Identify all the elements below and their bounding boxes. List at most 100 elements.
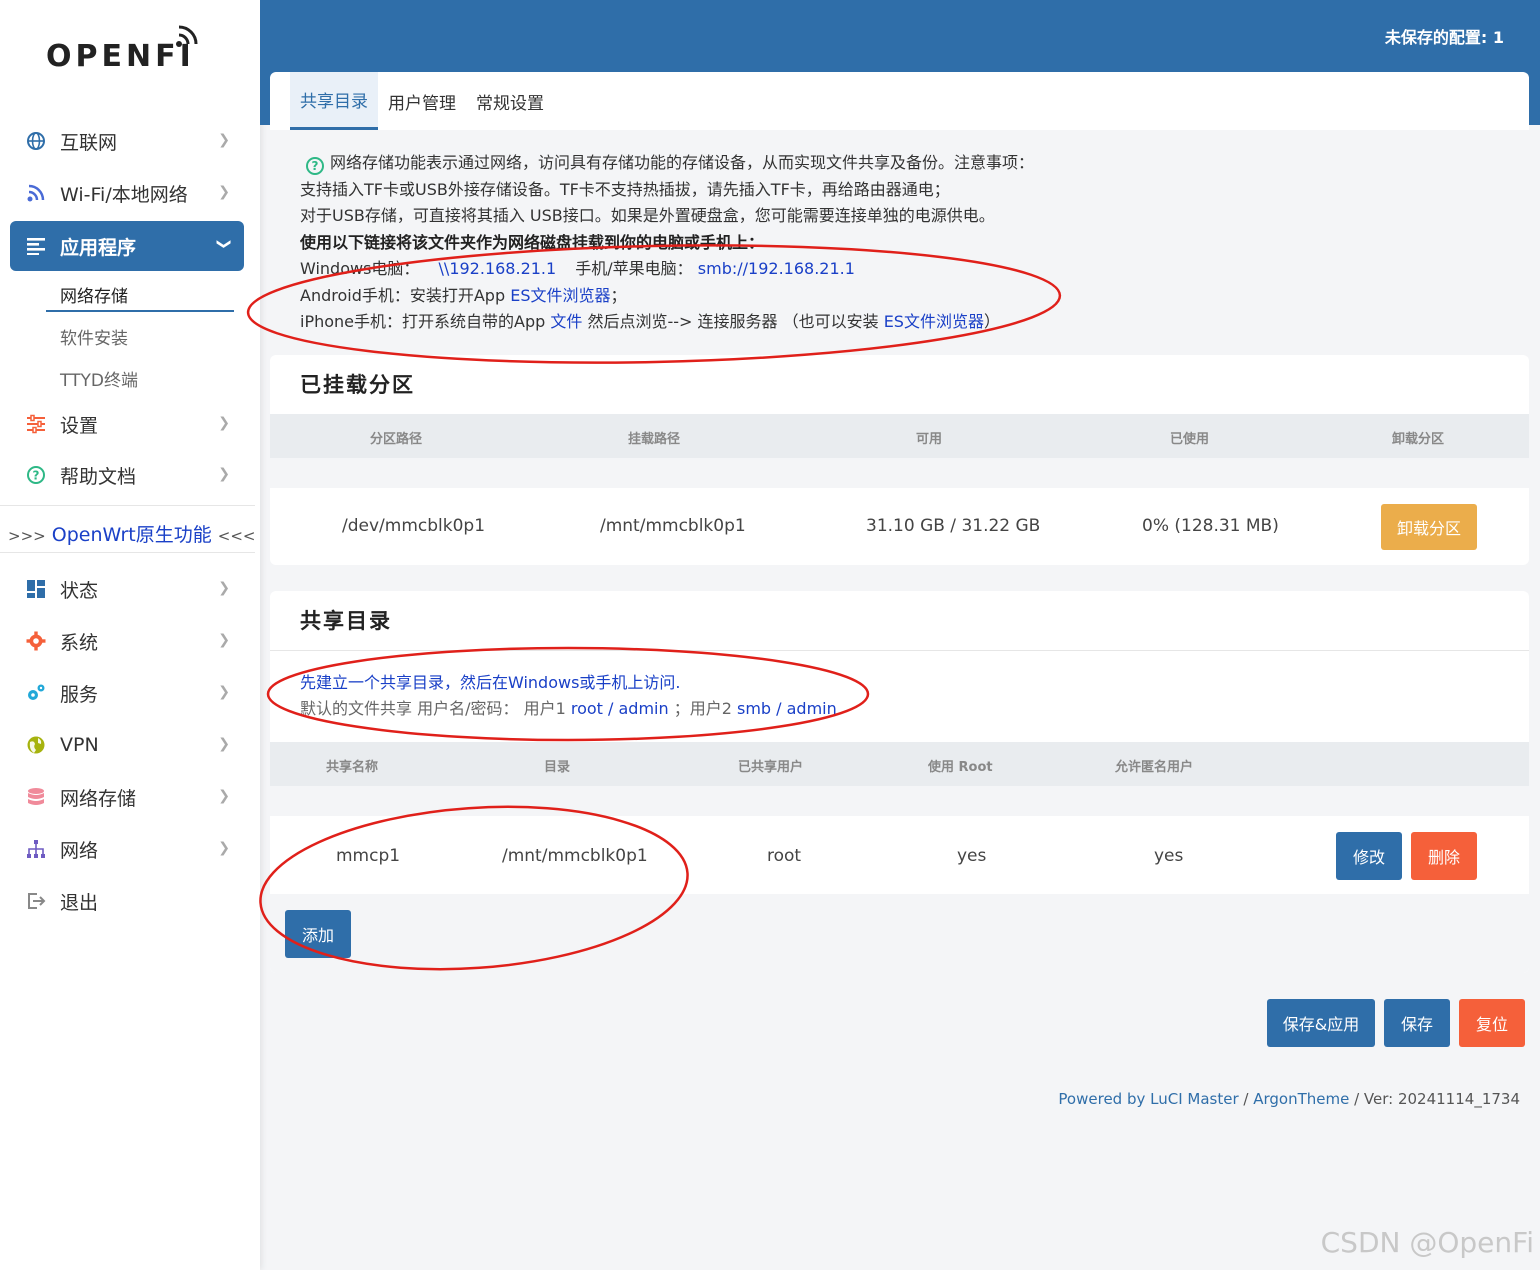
mac-label: 手机/苹果电脑： (575, 259, 693, 278)
vpn-icon (24, 733, 48, 757)
luci-link[interactable]: Powered by LuCI Master (1058, 1090, 1238, 1108)
windows-label: Windows电脑： (300, 259, 420, 278)
files-app-link[interactable]: 文件 (550, 312, 582, 331)
help-icon: ? (306, 157, 324, 175)
sidebar-item-wifi[interactable]: Wi-Fi/本地网络 ❯ (10, 168, 244, 218)
chevron-right-icon: ❯ (218, 580, 230, 596)
chevron-right-icon: ❯ (218, 466, 230, 482)
allow-anonymous: yes (1154, 846, 1184, 866)
mount-path: /mnt/mmcblk0p1 (600, 516, 746, 536)
brand-logo[interactable]: OPENFI (46, 24, 198, 74)
save-button[interactable]: 保存 (1384, 999, 1450, 1047)
column-header: 分区路径 (370, 432, 423, 447)
chevron-right-icon: ❯ (218, 840, 230, 856)
native-label: OpenWrt原生功能 (51, 524, 212, 546)
iphone-mid: 然后点浏览--> 连接服务器 （也可以安装 (582, 312, 884, 331)
sidebar-item-label: 帮助文档 (60, 465, 137, 488)
save-apply-button[interactable]: 保存&应用 (1267, 999, 1375, 1047)
tab-shared-directory[interactable]: 共享目录 (290, 72, 378, 130)
share-directory: /mnt/mmcblk0p1 (502, 846, 648, 866)
storage-description: ? 网络存储功能表示通过网络，访问具有存储功能的存储设备，从而实现文件共享及备份。… (300, 150, 1200, 336)
divider (0, 552, 255, 553)
sidebar-item-apps[interactable]: 应用程序 ❯ (10, 221, 244, 271)
sidebar-item-label: 应用程序 (60, 236, 137, 259)
edit-button[interactable]: 修改 (1336, 832, 1402, 880)
desc-line: 支持插入TF卡或USB外接存储设备。TF卡不支持热插拔，请先插入TF卡，再给路由… (300, 179, 950, 199)
reset-button[interactable]: 复位 (1459, 999, 1525, 1047)
wifi-signal-icon (175, 25, 198, 47)
sidebar-item-label: 网络 (60, 839, 99, 862)
cogs-icon (24, 681, 48, 705)
tab-general-settings[interactable]: 常规设置 (466, 72, 554, 130)
sidebar-item-nas[interactable]: 网络存储 ❯ (10, 772, 244, 822)
sidebar-item-services[interactable]: 服务 ❯ (10, 668, 244, 718)
desc-line: 网络存储功能表示通过网络，访问具有存储功能的存储设备，从而实现文件共享及备份。注… (330, 153, 1035, 172)
dashboard-icon (24, 577, 48, 601)
sidebar-item-label: VPN (60, 734, 99, 756)
sidebar-item-logout[interactable]: 退出 (10, 876, 244, 926)
credentials-separator: ；用户2 (668, 699, 737, 718)
version-text: / Ver: 20241114_1734 (1349, 1090, 1520, 1108)
iphone-label: iPhone手机：打开系统自带的App (300, 312, 551, 331)
globe-icon (24, 129, 48, 153)
subnav-software-install[interactable]: 软件安装 (60, 324, 128, 349)
sidebar-item-label: 网络存储 (60, 787, 137, 810)
svg-text:?: ? (33, 469, 40, 483)
mounted-partitions-card: 已挂载分区 分区路径 挂载路径 可用 已使用 卸载分区 /dev/mmcblk0… (270, 355, 1529, 565)
android-end: ； (610, 285, 627, 305)
column-header: 挂载路径 (628, 432, 681, 447)
sidebar-item-system[interactable]: 系统 ❯ (10, 616, 244, 666)
sidebar-item-help[interactable]: ? 帮助文档 ❯ (10, 450, 244, 500)
divider (270, 650, 1529, 651)
sidebar-item-label: 退出 (60, 891, 99, 914)
share-name: mmcp1 (336, 846, 401, 866)
windows-smb-link[interactable]: \\192.168.21.1 (439, 259, 557, 278)
mac-smb-link[interactable]: smb://192.168.21.1 (698, 259, 855, 278)
argon-theme-link[interactable]: ArgonTheme (1253, 1090, 1349, 1108)
subnav-ttyd-terminal[interactable]: TTYD终端 (60, 366, 138, 391)
use-root: yes (957, 846, 987, 866)
desc-line: 对于USB存储，可直接将其插入 USB接口。如果是外置硬盘盒，您可能需要连接单独… (300, 206, 995, 225)
sidebar-item-vpn[interactable]: VPN ❯ (10, 720, 244, 770)
tab-user-management[interactable]: 用户管理 (378, 72, 466, 130)
add-button[interactable]: 添加 (285, 910, 351, 958)
table-footer (270, 894, 1529, 973)
divider (0, 505, 255, 506)
es-file-explorer-link[interactable]: ES文件浏览器 (884, 312, 984, 331)
openwrt-native-link[interactable]: >>> OpenWrt原生功能 <<< (8, 520, 255, 547)
sidebar-item-label: 系统 (60, 631, 99, 654)
column-header: 允许匿名用户 (1115, 760, 1194, 775)
column-header: 已共享用户 (738, 760, 804, 775)
rss-icon (24, 181, 48, 205)
table-header: 共享名称 目录 已共享用户 使用 Root 允许匿名用户 (270, 742, 1529, 786)
share-note-line: 先建立一个共享目录，然后在Windows或手机上访问. (300, 673, 681, 692)
desc-heading: 使用以下链接将该文件夹作为网络磁盘挂载到你的电脑或手机上： (300, 232, 765, 252)
es-file-explorer-link[interactable]: ES文件浏览器 (510, 286, 610, 305)
logout-icon (24, 889, 48, 913)
unsaved-changes-indicator[interactable]: 未保存的配置: 1 (1385, 24, 1504, 48)
table-spacer (270, 786, 1529, 816)
card-title: 共享目录 (300, 609, 392, 633)
unmount-button[interactable]: 卸载分区 (1381, 504, 1477, 550)
chevron-right-icon: ❯ (218, 632, 230, 648)
sidebar-item-network[interactable]: 网络 ❯ (10, 824, 244, 874)
subnav-network-storage[interactable]: 网络存储 (60, 282, 128, 307)
sidebar-item-status[interactable]: 状态 ❯ (10, 564, 244, 614)
database-icon (24, 785, 48, 809)
sidebar-item-label: 状态 (60, 579, 99, 602)
table-header: 分区路径 挂载路径 可用 已使用 卸载分区 (270, 414, 1529, 458)
sidebar-item-label: 服务 (60, 683, 99, 706)
list-icon (24, 234, 48, 258)
user2-credentials: smb / admin (736, 699, 837, 718)
chevron-right-icon: ❯ (218, 684, 230, 700)
chevron-down-icon: ❯ (216, 238, 233, 250)
share-note: 先建立一个共享目录，然后在Windows或手机上访问. 默认的文件共享 用户名/… (300, 670, 837, 722)
delete-button[interactable]: 删除 (1411, 832, 1477, 880)
sidebar-item-internet[interactable]: 互联网 ❯ (10, 116, 244, 166)
column-header: 卸载分区 (1392, 432, 1445, 447)
sidebar-item-label: Wi-Fi/本地网络 (60, 183, 188, 206)
available-space: 31.10 GB / 31.22 GB (866, 516, 1041, 536)
chevron-right-icon: ❯ (218, 415, 230, 431)
sidebar-item-settings[interactable]: 设置 ❯ (10, 399, 244, 449)
sidebar-item-label: 互联网 (60, 131, 118, 154)
